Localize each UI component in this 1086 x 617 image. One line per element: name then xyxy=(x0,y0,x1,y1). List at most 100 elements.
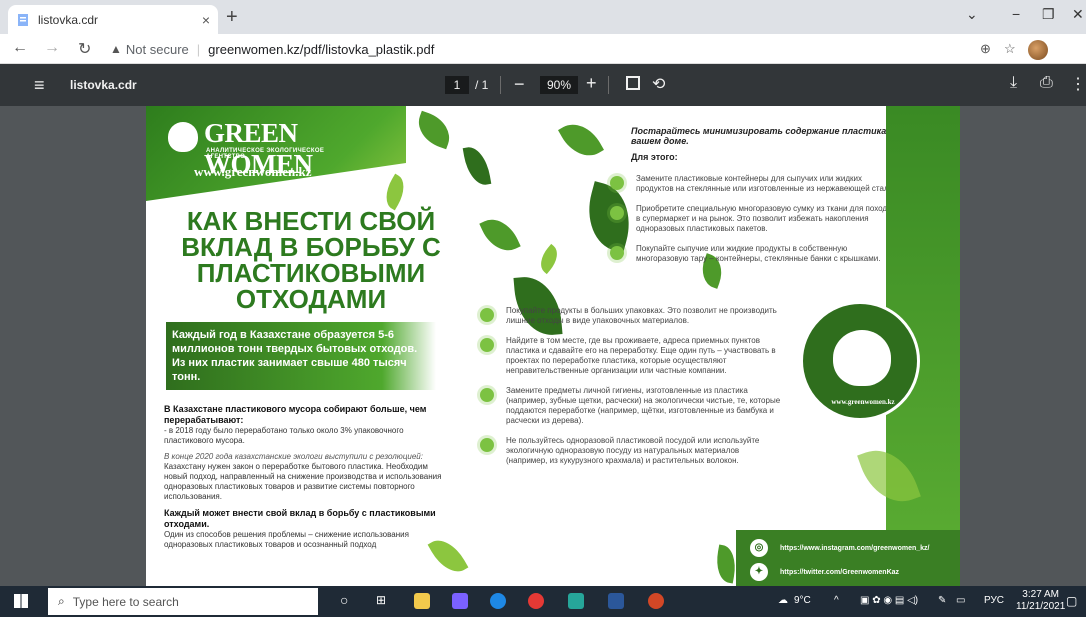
print-icon[interactable]: ⎙ xyxy=(1040,74,1053,92)
notifications-icon[interactable]: ▢ xyxy=(1066,594,1077,608)
bullet-text: Покупайте сыпучие или жидкие продукты в … xyxy=(636,244,881,263)
page-total: / 1 xyxy=(475,78,489,92)
twitter-icon: ✦ xyxy=(750,563,768,581)
bullet-text: Найдите в том месте, где вы проживаете, … xyxy=(506,336,776,375)
taskbar-search-input[interactable]: ⌕ Type here to search xyxy=(48,588,318,615)
more-options-icon[interactable]: ⋮ xyxy=(1070,74,1086,94)
apple-logo-icon xyxy=(168,122,198,152)
search-icon: ⌕ xyxy=(58,594,65,608)
left-heading-2: Каждый может внести свой вклад в борьбу … xyxy=(164,508,436,529)
instagram-url: https://www.instagram.com/greenwomen_kz/ xyxy=(780,544,930,552)
list-item: Замените предметы личной гигиены, изгото… xyxy=(476,386,781,426)
sun-bullet-icon xyxy=(480,308,494,322)
tab-search-chevron-icon[interactable]: ⌄ xyxy=(966,6,978,23)
close-window-button[interactable]: ✕ xyxy=(1072,6,1084,23)
pdf-title: listovka.cdr xyxy=(70,78,137,92)
cortana-icon[interactable]: ○ xyxy=(340,592,348,608)
zoom-level-input[interactable]: 90% xyxy=(540,76,578,94)
emblem-url: www.greenwomen.kz xyxy=(831,398,895,406)
language-indicator[interactable]: РУС xyxy=(984,595,1004,606)
twitter-link[interactable]: ✦ https://twitter.com/GreenwomenKaz xyxy=(750,562,950,582)
warning-triangle-icon[interactable]: ▲ xyxy=(110,42,122,56)
page-number-input[interactable]: 1 xyxy=(445,76,469,94)
list-item: Покупайте сыпучие или жидкие продукты в … xyxy=(606,244,896,264)
fact-band: Каждый год в Казахстане образуется 5-6 м… xyxy=(166,322,436,390)
reload-icon[interactable]: ↻ xyxy=(78,39,91,59)
document-favicon-icon xyxy=(18,13,28,26)
windows-start-icon[interactable] xyxy=(14,594,28,608)
resolution-intro: В конце 2020 года казахстанские экологи … xyxy=(164,452,423,461)
new-tab-button[interactable]: + xyxy=(226,6,238,29)
instagram-icon: ◎ xyxy=(750,539,768,557)
leaf-icon xyxy=(558,115,604,165)
back-arrow-icon[interactable]: ← xyxy=(12,39,28,57)
sun-bullet-icon xyxy=(480,438,494,452)
list-item: Покупайте продукты в больших упаковках. … xyxy=(476,306,781,326)
weather-temp[interactable]: 9°C xyxy=(794,595,811,606)
tray-chevron-icon[interactable]: ^ xyxy=(834,595,839,606)
toolbar-divider xyxy=(608,76,609,94)
clock-time: 3:27 AM xyxy=(1022,589,1059,600)
zoom-out-button[interactable]: − xyxy=(514,74,525,95)
url-text[interactable]: greenwomen.kz/pdf/listovka_plastik.pdf xyxy=(208,42,434,57)
green-women-logo: GREEN WOMEN АНАЛИТИЧЕСКОЕ ЭКОЛОГИЧЕСКОЕ … xyxy=(168,118,358,179)
leaflet-headline: КАК ВНЕСТИ СВОЙ ВКЛАД В БОРЬБУ С ПЛАСТИК… xyxy=(181,206,441,314)
file-explorer-icon[interactable] xyxy=(414,593,430,609)
zoom-in-button[interactable]: + xyxy=(586,73,597,94)
word-icon[interactable] xyxy=(608,593,624,609)
list-item: Не пользуйтесь одноразовой пластиковой п… xyxy=(476,436,781,466)
leaf-icon xyxy=(379,173,411,211)
left-column: В Казахстане пластикового мусора собираю… xyxy=(164,404,444,556)
system-clock[interactable]: 3:27 AM 11/21/2021 xyxy=(1016,589,1065,613)
instagram-link[interactable]: ◎ https://www.instagram.com/greenwomen_k… xyxy=(750,538,950,558)
tab-title: listovka.cdr xyxy=(38,12,99,27)
browser-tab[interactable]: listovka.cdr × xyxy=(8,5,218,34)
sun-bullet-icon xyxy=(610,246,624,260)
bullet-text: Приобретите специальную многоразовую сум… xyxy=(636,204,896,233)
download-icon[interactable]: ⤓ xyxy=(1010,74,1017,92)
rotate-icon[interactable]: ⟲ xyxy=(652,74,665,94)
leaf-icon xyxy=(479,211,521,259)
right-intro: Постарайтесь минимизировать содержание п… xyxy=(631,126,901,162)
bookmark-star-icon[interactable]: ☆ xyxy=(1004,41,1016,57)
forward-arrow-icon[interactable]: → xyxy=(44,39,60,57)
tab-close-icon[interactable]: × xyxy=(202,12,210,28)
omnibox-divider: | xyxy=(196,41,201,57)
list-item: Замените пластиковые контейнеры для сыпу… xyxy=(606,174,896,194)
weather-icon[interactable]: ☁ xyxy=(778,595,788,606)
fit-page-icon[interactable] xyxy=(626,76,640,90)
leaf-icon xyxy=(412,110,456,150)
restore-button[interactable]: ❐ xyxy=(1042,6,1055,23)
sun-bullet-icon xyxy=(480,338,494,352)
pdf-page: GREEN WOMEN АНАЛИТИЧЕСКОЕ ЭКОЛОГИЧЕСКОЕ … xyxy=(146,106,960,586)
powerpoint-icon[interactable] xyxy=(648,593,664,609)
resolution-text: Казахстану нужен закон о переработке быт… xyxy=(164,462,442,501)
twitter-url: https://twitter.com/GreenwomenKaz xyxy=(780,568,900,576)
pen-icon[interactable]: ✎ xyxy=(938,595,946,606)
url-omnibox[interactable]: ▲ Not secure | greenwomen.kz/pdf/listovk… xyxy=(110,38,980,60)
task-view-icon[interactable]: ⊞ xyxy=(376,593,386,607)
windows-taskbar: ⌕ Type here to search ○ ⊞ ☁ 9°C ^ ▣ ✿ ◉ … xyxy=(0,586,1086,617)
hamburger-menu-icon[interactable]: ≡ xyxy=(34,75,45,96)
zoom-magnifier-icon[interactable]: ⊕ xyxy=(980,41,991,57)
media-app-icon[interactable] xyxy=(452,593,468,609)
sun-bullet-icon xyxy=(480,388,494,402)
leaf-icon xyxy=(534,243,564,275)
bullet-text: Покупайте продукты в больших упаковках. … xyxy=(506,306,777,325)
list-item: Найдите в том месте, где вы проживаете, … xyxy=(476,336,781,376)
tray-icons[interactable]: ▣ ✿ ◉ ▤ ◁) xyxy=(860,595,918,606)
profile-avatar[interactable] xyxy=(1028,40,1048,60)
network-icon[interactable]: ▭ xyxy=(956,595,965,606)
logo-subtitle: АНАЛИТИЧЕСКОЕ ЭКОЛОГИЧЕСКОЕ АГЕНТСТВО xyxy=(206,148,325,160)
chrome-icon[interactable] xyxy=(528,593,544,609)
minimize-button[interactable]: − xyxy=(1012,6,1020,22)
bullets-right: Замените пластиковые контейнеры для сыпу… xyxy=(606,174,896,274)
pdf-viewer[interactable]: GREEN WOMEN АНАЛИТИЧЕСКОЕ ЭКОЛОГИЧЕСКОЕ … xyxy=(0,106,1086,586)
edge-icon[interactable] xyxy=(490,593,506,609)
sun-bullet-icon xyxy=(610,176,624,190)
left-heading: В Казахстане пластикового мусора собираю… xyxy=(164,404,427,425)
bullets-left: Покупайте продукты в больших упаковках. … xyxy=(476,306,781,476)
security-label[interactable]: Not secure xyxy=(126,42,189,57)
app-icon[interactable] xyxy=(568,593,584,609)
bullet-text: Замените предметы личной гигиены, изгото… xyxy=(506,386,781,425)
